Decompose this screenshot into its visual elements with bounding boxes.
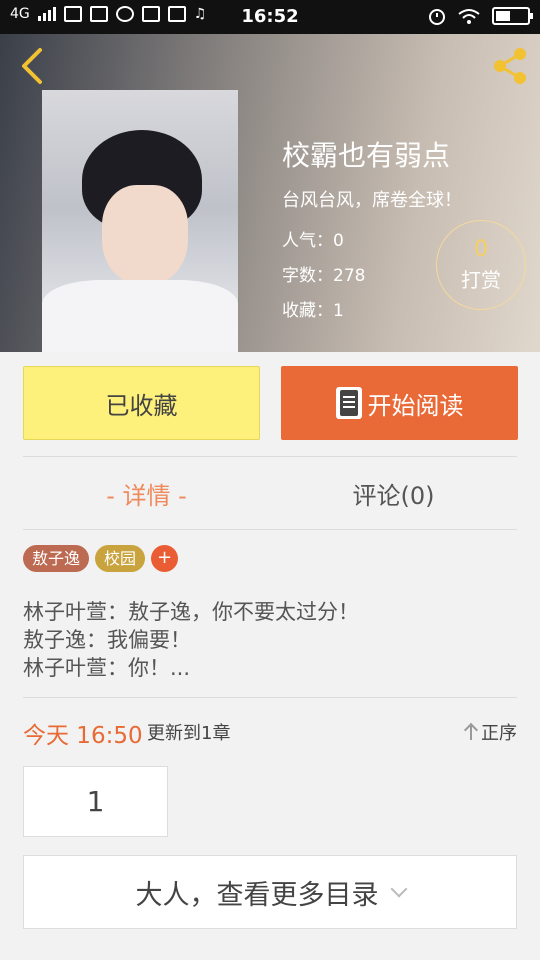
back-icon[interactable]: [14, 46, 50, 86]
more-catalog-button[interactable]: 大人，查看更多目录: [23, 855, 517, 929]
tag-item[interactable]: 敖子逸: [23, 545, 90, 572]
favorites-stat: 收藏：1: [282, 301, 344, 321]
description-line: 林子叶萱：敖子逸，你不要太过分！: [23, 600, 359, 624]
book-subtitle: 台风台风，席卷全球！: [282, 190, 462, 211]
collected-button[interactable]: 已收藏: [23, 366, 260, 440]
chevron-down-icon: [390, 880, 407, 898]
update-time: 今天 16:50: [23, 723, 143, 749]
book-description: 林子叶萱：敖子逸，你不要太过分！ 敖子逸：我偏要！ 林子叶萱：你！...: [23, 598, 359, 682]
alarm-icon: [429, 9, 445, 25]
arrow-up-icon: [465, 723, 477, 741]
popularity-stat: 人气：0: [282, 231, 344, 251]
tag-item[interactable]: 校园: [95, 545, 146, 572]
status-right: [428, 7, 533, 25]
more-catalog-label: 大人，查看更多目录: [135, 879, 379, 911]
divider: [23, 456, 517, 457]
book-cover: [42, 90, 238, 352]
book-title: 校霸也有弱点: [282, 139, 451, 172]
book-icon: [335, 387, 362, 419]
tag-list: 敖子逸 校园 +: [23, 545, 179, 572]
chapter-number: 1: [86, 785, 105, 818]
word-count-stat: 字数：278: [282, 266, 366, 286]
add-tag-button[interactable]: +: [151, 545, 179, 572]
book-header: 校霸也有弱点 台风台风，席卷全球！ 人气：0 字数：278 收藏：1 0 打赏: [0, 34, 540, 352]
tab-comments[interactable]: 评论(0): [270, 476, 517, 511]
wifi-icon: [458, 9, 480, 24]
sort-order-button[interactable]: 正序: [465, 719, 517, 745]
tip-button[interactable]: 0 打赏: [436, 220, 526, 310]
collected-label: 已收藏: [105, 391, 178, 420]
divider: [23, 529, 517, 530]
update-text: 更新到1章: [147, 723, 231, 744]
chapter-item[interactable]: 1: [23, 766, 168, 837]
sort-order-label: 正序: [481, 723, 517, 744]
tab-detail[interactable]: - 详情 -: [23, 476, 270, 511]
share-icon[interactable]: [490, 46, 530, 86]
description-line: 林子叶萱：你！...: [23, 656, 191, 680]
start-reading-label: 开始阅读: [367, 391, 464, 420]
status-bar: 4G ♫ 16:52: [0, 0, 540, 34]
description-line: 敖子逸：我偏要！: [23, 628, 191, 652]
tip-count: 0: [474, 237, 488, 262]
start-reading-button[interactable]: 开始阅读: [281, 366, 518, 440]
divider: [23, 697, 517, 698]
battery-icon: [492, 7, 533, 25]
tip-label: 打赏: [461, 268, 501, 292]
